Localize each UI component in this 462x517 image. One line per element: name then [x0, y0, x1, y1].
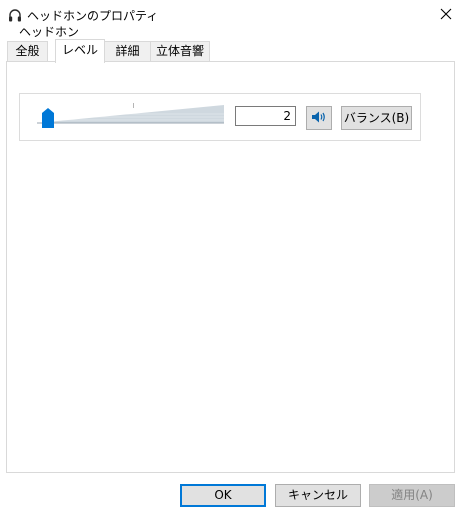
mute-button[interactable]: [306, 106, 332, 130]
group-label: ヘッドホン: [18, 25, 82, 39]
ok-button[interactable]: OK: [180, 484, 266, 507]
tab-advanced[interactable]: 詳細: [104, 41, 151, 62]
tab-general[interactable]: 全般: [7, 41, 48, 62]
tab-levels[interactable]: レベル: [55, 39, 105, 63]
slider-tick: [133, 103, 134, 108]
headphones-icon: [7, 8, 23, 24]
apply-button[interactable]: 適用(A): [369, 484, 455, 507]
cancel-button[interactable]: キャンセル: [275, 484, 361, 507]
close-button[interactable]: [430, 0, 462, 31]
close-icon: [440, 8, 452, 23]
volume-slider[interactable]: [37, 103, 224, 129]
volume-value-field[interactable]: 2: [235, 106, 296, 126]
balance-button[interactable]: バランス(B): [341, 106, 412, 130]
slider-track: [37, 105, 224, 124]
slider-thumb[interactable]: [42, 108, 54, 128]
speaker-icon: [311, 110, 327, 127]
window-title: ヘッドホンのプロパティ: [27, 9, 159, 23]
tab-spatial-sound[interactable]: 立体音響: [150, 41, 210, 62]
